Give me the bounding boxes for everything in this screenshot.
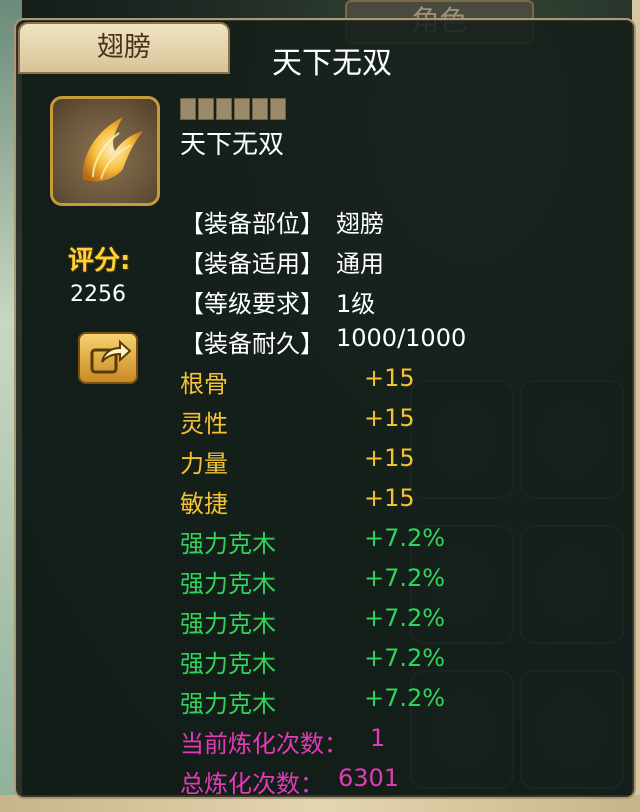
- bonus-stat-name: 强力克木: [180, 650, 276, 678]
- base-stat-value: +15: [364, 484, 415, 512]
- star-icon: [270, 98, 286, 120]
- bonus-stat-value: +7.2%: [364, 684, 446, 712]
- equip-info-value: 通用: [336, 250, 384, 278]
- base-stat-name: 敏捷: [180, 490, 228, 518]
- base-stat-name: 灵性: [180, 410, 228, 438]
- star-icon: [216, 98, 232, 120]
- base-stat-value: +15: [364, 444, 415, 472]
- equip-info-key: 【装备部位】: [180, 210, 324, 238]
- equip-info-key: 【等级要求】: [180, 290, 324, 318]
- equip-info-value: 1000/1000: [336, 324, 467, 352]
- base-stat-name: 根骨: [180, 370, 228, 398]
- star-icon: [198, 98, 214, 120]
- refine-total-label: 总炼化次数：: [180, 770, 324, 798]
- golden-wing-icon: [82, 117, 143, 182]
- equip-info-value: 1级: [336, 290, 376, 318]
- bonus-stat-value: +7.2%: [364, 644, 446, 672]
- share-arrow-icon: [90, 339, 132, 374]
- refine-current-value: 1: [370, 724, 386, 752]
- score-label: 评分:: [68, 246, 131, 276]
- item-name: 天下无双: [180, 130, 285, 160]
- tab-wing[interactable]: 翅膀: [18, 22, 230, 74]
- refine-current-label: 当前炼化次数：: [180, 730, 348, 758]
- base-stat-value: +15: [364, 364, 415, 392]
- base-stat-name: 力量: [180, 450, 228, 478]
- base-stat-value: +15: [364, 404, 415, 432]
- refine-total-value: 6301: [338, 764, 400, 792]
- bonus-stat-value: +7.2%: [364, 524, 446, 552]
- item-icon-frame: [50, 96, 160, 206]
- equip-info-value: 翅膀: [336, 210, 384, 238]
- bonus-stat-name: 强力克木: [180, 690, 276, 718]
- bonus-stat-name: 强力克木: [180, 610, 276, 638]
- item-star-rating: [180, 98, 288, 124]
- star-icon: [180, 98, 196, 120]
- tooltip-title: 天下无双: [272, 46, 392, 81]
- bonus-stat-name: 强力克木: [180, 570, 276, 598]
- equip-info-key: 【装备适用】: [180, 250, 324, 278]
- star-icon: [252, 98, 268, 120]
- bonus-stat-name: 强力克木: [180, 530, 276, 558]
- equip-info-key: 【装备耐久】: [180, 330, 324, 358]
- star-icon: [234, 98, 250, 120]
- tab-wing-label: 翅膀: [97, 32, 151, 63]
- share-button[interactable]: [78, 332, 138, 384]
- bonus-stat-value: +7.2%: [364, 564, 446, 592]
- score-value: 2256: [70, 282, 126, 307]
- bonus-stat-value: +7.2%: [364, 604, 446, 632]
